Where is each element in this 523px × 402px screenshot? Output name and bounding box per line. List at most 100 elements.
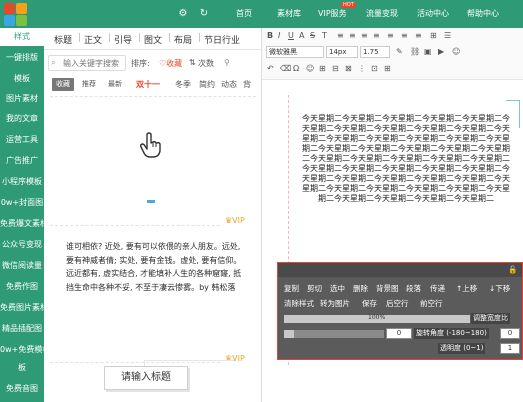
special-char-button[interactable]: Ω — [293, 64, 299, 73]
sidebar-item-monetize[interactable]: 公众号变现 — [0, 236, 44, 254]
tab-title[interactable]: 标题 — [54, 33, 72, 46]
rotate-slider[interactable] — [284, 330, 384, 338]
to-image-button[interactable]: 转为图片 — [320, 298, 350, 309]
move-up-button[interactable]: ↑上移 — [456, 283, 477, 294]
sidebar-item-viral[interactable]: 免费爆文素材 — [0, 215, 44, 233]
sidebar-item-my-articles[interactable]: 我的文章 — [0, 110, 44, 128]
merge-cells-button[interactable]: ⊟ — [332, 64, 339, 73]
sidebar-item-template[interactable]: 模板 — [0, 70, 44, 88]
sidebar-item-miniapp[interactable]: 小程序模板 — [0, 173, 44, 191]
text-style-button[interactable]: T — [322, 31, 327, 40]
split-cells-button[interactable]: ⊠ — [345, 64, 352, 73]
copy-button[interactable]: 复制 — [284, 283, 299, 294]
table-button[interactable]: ⊞ — [430, 31, 437, 40]
tab-body[interactable]: 正文 — [84, 33, 102, 46]
sidebar-item-free-templates[interactable]: 0w+免费模板 — [0, 341, 44, 359]
sidebar-item-free-images[interactable]: 免费图片素材 — [0, 299, 44, 317]
nav-events[interactable]: 活动中心 — [417, 8, 449, 20]
rotate-field-a[interactable]: 0 — [386, 328, 412, 339]
sidebar-item-layout[interactable]: 一键排版 — [0, 49, 44, 67]
video-icon[interactable]: ▶ — [438, 47, 444, 56]
sidebar-item-style[interactable]: 样式 — [0, 28, 44, 46]
font-size-select[interactable]: 14px — [326, 46, 358, 58]
link-icon[interactable]: ⛓ — [410, 47, 420, 56]
transparency-field[interactable]: 1 — [500, 343, 520, 354]
cut-button[interactable]: 剪切 — [307, 283, 322, 294]
blank-after-button[interactable]: 后空行 — [386, 298, 409, 309]
chip-favorites[interactable]: 收藏 — [52, 78, 74, 91]
clear-style-button[interactable]: 清除样式 — [284, 298, 314, 309]
paragraph-button[interactable]: ☰ — [444, 31, 451, 40]
save-button[interactable]: 保存 — [362, 298, 377, 309]
width-slider[interactable]: 100% — [284, 314, 470, 323]
outdent-button[interactable]: ≡ — [401, 31, 408, 40]
tab-guide[interactable]: 引导 — [114, 33, 132, 46]
search-input[interactable] — [63, 57, 125, 69]
title-template-button[interactable]: 请输入标题 — [104, 366, 188, 390]
format-painter-icon[interactable]: ✎ — [396, 47, 403, 56]
bold-button[interactable]: B — [267, 31, 273, 40]
align-center-button[interactable]: ≡ — [349, 31, 356, 40]
nav-home[interactable]: 首页 — [236, 8, 252, 20]
align-right-button[interactable]: ≡ — [361, 31, 368, 40]
sort-count[interactable]: 次数 — [198, 58, 214, 69]
underline-button[interactable]: U — [288, 31, 294, 40]
justify-button[interactable]: ≡ — [373, 31, 380, 40]
sidebar-item-audio[interactable]: 免费音图 — [0, 380, 44, 398]
quote-template[interactable]: 谁可相依? 近处, 要有可以依偎的亲人朋友。远处, 要有神威者倩; 实处, 要有… — [66, 240, 246, 294]
tab-festival[interactable]: 节日行业 — [204, 33, 240, 46]
sidebar-item-ads[interactable]: 广告推广 — [0, 152, 44, 170]
sidebar-item-images[interactable]: 图片素材 — [0, 90, 44, 108]
indent-button[interactable]: ≡ — [387, 31, 394, 40]
pin-icon[interactable]: ⚲ — [224, 58, 230, 67]
italic-button[interactable]: I — [278, 31, 280, 40]
more-button[interactable]: ⋮ — [358, 64, 366, 73]
unlock-icon[interactable]: 🔓 — [508, 265, 517, 274]
align-left-button[interactable]: ≡ — [337, 31, 344, 40]
move-down-button[interactable]: ↓下移 — [489, 283, 510, 294]
sidebar-item-reads[interactable]: 微信阅读量 — [0, 257, 44, 275]
tag-simple[interactable]: 简约 — [199, 79, 215, 90]
strike-button[interactable]: S — [310, 31, 315, 40]
chip-recommended[interactable]: 推荐 — [78, 78, 100, 91]
logo[interactable] — [4, 3, 44, 26]
list-button[interactable]: ≡ — [415, 31, 422, 40]
paragraph-button[interactable]: 段落 — [406, 283, 421, 294]
tab-image-text[interactable]: 图文 — [144, 33, 162, 46]
pass-button[interactable]: 传递 — [430, 283, 445, 294]
tab-layout[interactable]: 布局 — [174, 33, 192, 46]
document-body[interactable]: 今天星期二今天星期二今天星期二今天星期二今天星期二今天星期二今天星期二今天星期二… — [300, 114, 512, 204]
sidebar-item-illustrations[interactable]: 精品插配图 — [0, 320, 44, 338]
sort-favorites[interactable]: ♡收藏 — [159, 58, 182, 69]
insert-table-button[interactable]: ⊞ — [319, 64, 326, 73]
tag-double-eleven[interactable]: 双十一 — [136, 79, 160, 90]
nav-help[interactable]: 帮助中心 — [467, 8, 499, 20]
image-icon[interactable]: ▣ — [424, 47, 432, 56]
nav-vip[interactable]: VIP服务 — [318, 8, 347, 20]
sidebar-item-drawing[interactable]: 免费作图 — [0, 278, 44, 296]
nav-materials[interactable]: 素材库 — [277, 8, 301, 20]
sidebar-item-covers[interactable]: 0w+封面图 — [0, 194, 44, 212]
nav-monetize[interactable]: 流量变现 — [366, 8, 398, 20]
refresh-icon[interactable]: ↻ — [198, 8, 210, 20]
chip-latest[interactable]: 最新 — [104, 78, 126, 91]
line-height-select[interactable]: 1.75 — [360, 46, 390, 58]
font-family-select[interactable]: 微软雅黑 — [266, 46, 324, 58]
background-image-button[interactable]: 背景图 — [376, 283, 399, 294]
gear-icon[interactable]: ⚙ — [177, 8, 189, 20]
clear-format-button[interactable]: ⌫ — [280, 64, 291, 73]
tag-winter[interactable]: 冬季 — [175, 79, 191, 90]
sidebar-item-ops-tools[interactable]: 运营工具 — [0, 131, 44, 149]
emoticon-button[interactable]: ☺ — [306, 64, 314, 73]
blank-before-button[interactable]: 前空行 — [420, 298, 443, 309]
tag-background[interactable]: 背 — [243, 79, 251, 90]
rotate-field-b[interactable]: 0 — [500, 328, 520, 339]
undo-button[interactable]: ↶ — [267, 64, 274, 73]
delete-button[interactable]: 删除 — [353, 283, 368, 294]
font-color-button[interactable]: A — [299, 31, 304, 40]
sidebar-item-board[interactable]: 板 — [0, 359, 44, 377]
source-button[interactable]: ⊡ — [371, 64, 378, 73]
emoji-icon[interactable]: ☺ — [452, 47, 460, 56]
tag-dynamic[interactable]: 动态 — [221, 79, 237, 90]
preview-button[interactable]: ⊞ — [384, 64, 391, 73]
